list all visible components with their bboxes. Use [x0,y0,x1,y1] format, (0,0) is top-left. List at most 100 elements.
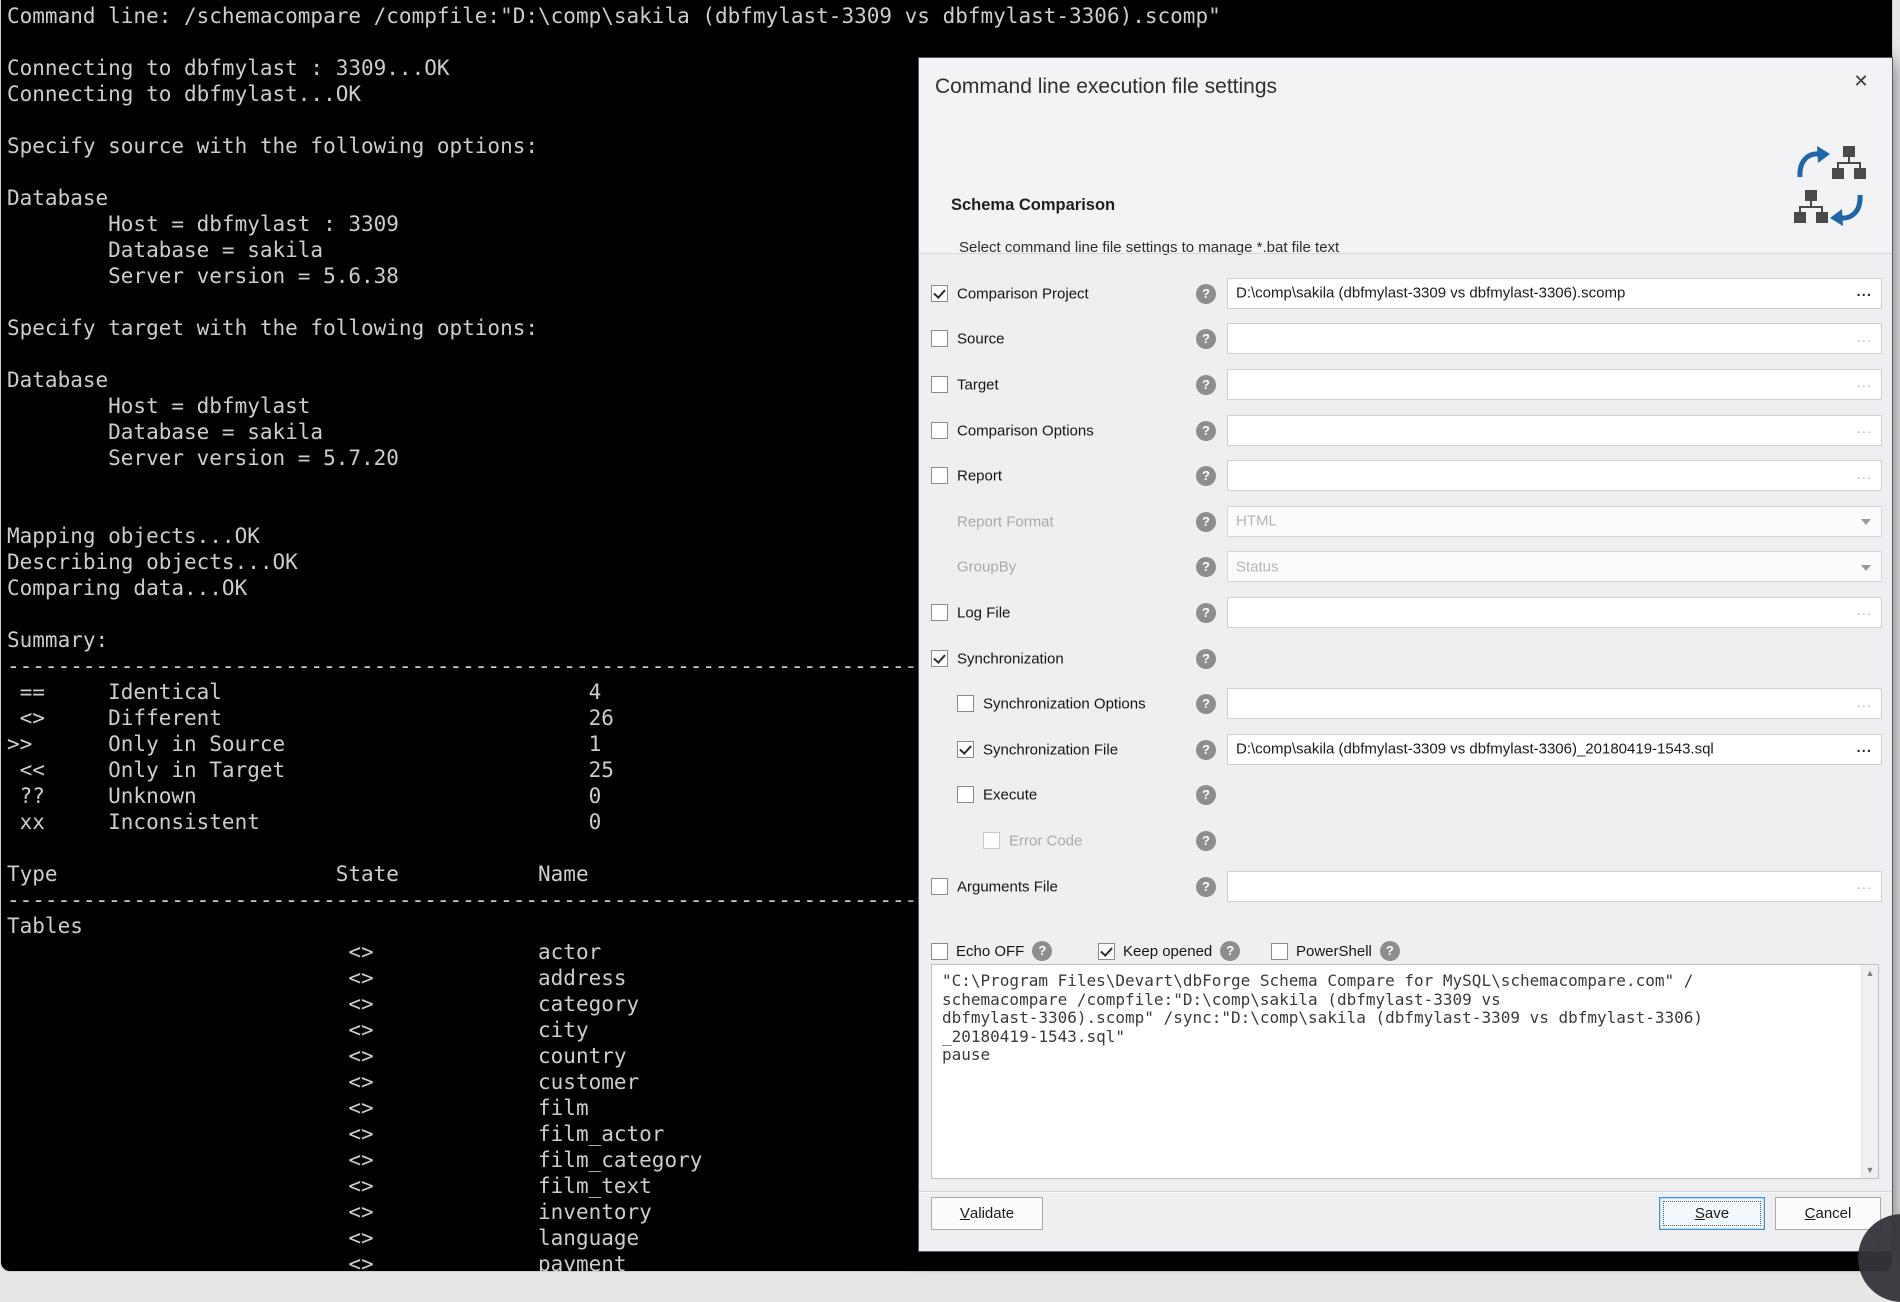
form-row-execute: Execute? [931,773,1882,819]
synchronization-options-checkbox[interactable] [957,695,974,712]
browse-button[interactable]: ... [1856,420,1872,437]
synchronization-file-checkbox[interactable] [957,741,974,758]
arguments-file-checkbox[interactable] [931,878,948,895]
help-icon[interactable]: ? [1196,831,1216,851]
execute-label: Execute [983,787,1037,804]
keep-opened-checkbox[interactable] [1098,943,1115,960]
report-format-label: Report Format [957,513,1054,530]
validate-button[interactable]: Validate [931,1197,1043,1230]
browse-button[interactable]: ... [1856,466,1872,483]
scroll-up-icon[interactable]: ▲ [1862,965,1878,981]
groupby-label: GroupBy [957,559,1016,576]
target-label: Target [957,376,999,393]
help-icon[interactable]: ? [1196,512,1216,532]
log-file-label: Log File [957,604,1010,621]
synchronization-options-input[interactable]: ... [1227,688,1882,719]
powershell-checkbox[interactable] [1271,943,1288,960]
browse-button[interactable]: ... [1856,329,1872,346]
help-icon[interactable]: ? [1196,877,1216,897]
comparison-project-value: D:\comp\sakila (dbfmylast-3309 vs dbfmyl… [1236,285,1625,302]
comparison-options-input[interactable]: ... [1227,415,1882,446]
form-row-synchronization-file: Synchronization File?D:\comp\sakila (dbf… [931,727,1882,773]
comparison-options-checkbox[interactable] [931,422,948,439]
cancel-button[interactable]: Cancel [1775,1197,1881,1230]
error-code-label: Error Code [1009,832,1082,849]
echo-off-checkbox[interactable] [931,943,948,960]
synchronization-options-label: Synchronization Options [983,696,1146,713]
source-checkbox[interactable] [931,330,948,347]
echo-off-label: Echo OFF [956,943,1024,960]
form-row-comparison-project: Comparison Project? D:\comp\sakila (dbfmy… [931,271,1882,317]
help-icon[interactable]: ? [1196,329,1216,349]
powershell-label: PowerShell [1296,943,1372,960]
form-row-comparison-options: Comparison Options?... [931,408,1882,454]
form-row-report: Report?... [931,453,1882,499]
dialog-title: Command line execution file settings [935,75,1277,99]
schema-compare-icon [1792,144,1868,233]
execute-checkbox[interactable] [957,786,974,803]
log-file-input[interactable]: ... [1227,597,1882,628]
log-file-checkbox[interactable] [931,604,948,621]
help-icon[interactable]: ? [1380,941,1400,961]
help-icon[interactable]: ? [1196,694,1216,714]
dialog-form-rows: Comparison Project? D:\comp\sakila (dbfmy… [931,271,1882,909]
form-row-synchronization: Synchronization? [931,636,1882,682]
form-row-source: Source?... [931,317,1882,363]
scroll-down-icon[interactable]: ▼ [1862,1162,1878,1178]
error-code-checkbox [983,832,1000,849]
comparison-project-checkbox[interactable] [931,285,948,302]
browse-button[interactable]: ... [1856,876,1872,893]
help-icon[interactable]: ? [1196,284,1216,304]
arguments-file-label: Arguments File [957,878,1058,895]
browse-button[interactable]: ... [1856,694,1872,711]
groupby-value: Status [1236,558,1279,575]
report-format-value: HTML [1236,513,1277,530]
report-input[interactable]: ... [1227,460,1882,491]
help-icon[interactable]: ? [1196,785,1216,805]
source-label: Source [957,331,1005,348]
close-icon[interactable]: ✕ [1848,68,1874,94]
comparison-options-label: Comparison Options [957,422,1094,439]
form-row-target: Target?... [931,362,1882,408]
help-icon[interactable]: ? [1196,466,1216,486]
help-icon[interactable]: ? [1196,557,1216,577]
report-label: Report [957,468,1002,485]
help-icon[interactable]: ? [1196,375,1216,395]
form-row-groupby: GroupBy? Status [931,545,1882,591]
footer-divider [919,1191,1892,1193]
browse-button[interactable]: ... [1856,603,1872,620]
help-icon[interactable]: ? [1196,740,1216,760]
command-line-settings-dialog: Command line execution file settings ✕ S… [918,57,1893,1252]
help-icon[interactable]: ? [1196,603,1216,623]
help-icon[interactable]: ? [1032,941,1052,961]
form-row-arguments-file: Arguments File?... [931,864,1882,910]
groupby-select: Status [1227,551,1882,582]
synchronization-file-input[interactable]: D:\comp\sakila (dbfmylast-3309 vs dbfmyl… [1227,734,1882,765]
source-input[interactable]: ... [1227,323,1882,354]
synchronization-checkbox[interactable] [931,650,948,667]
comparison-project-input[interactable]: D:\comp\sakila (dbfmylast-3309 vs dbfmyl… [1227,278,1882,309]
bat-preview-box[interactable]: "C:\Program Files\Devart\dbForge Schema … [931,964,1879,1179]
help-icon[interactable]: ? [1220,941,1240,961]
help-icon[interactable]: ? [1196,421,1216,441]
arguments-file-input[interactable]: ... [1227,871,1882,902]
browse-button[interactable]: ... [1856,283,1872,300]
synchronization-file-value: D:\comp\sakila (dbfmylast-3309 vs dbfmyl… [1236,741,1714,758]
scrollbar[interactable]: ▲ ▼ [1861,965,1878,1178]
bat-flags: Echo OFF?Keep opened?PowerShell? [931,935,1882,967]
target-checkbox[interactable] [931,376,948,393]
browse-button[interactable]: ... [1856,375,1872,392]
save-button[interactable]: Save [1659,1197,1765,1230]
browse-button[interactable]: ... [1856,739,1872,756]
help-icon[interactable]: ? [1196,649,1216,669]
report-checkbox[interactable] [931,467,948,484]
flag-keep-opened: Keep opened? [1098,935,1240,967]
report-format-select: HTML [1227,506,1882,537]
comparison-project-label: Comparison Project [957,285,1089,302]
form-row-synchronization-options: Synchronization Options?... [931,681,1882,727]
form-row-error-code: Error Code? [931,818,1882,864]
keep-opened-label: Keep opened [1123,943,1212,960]
bat-preview[interactable]: "C:\Program Files\Devart\dbForge Schema … [942,972,1858,1065]
chevron-down-icon [1861,565,1871,571]
target-input[interactable]: ... [1227,369,1882,400]
